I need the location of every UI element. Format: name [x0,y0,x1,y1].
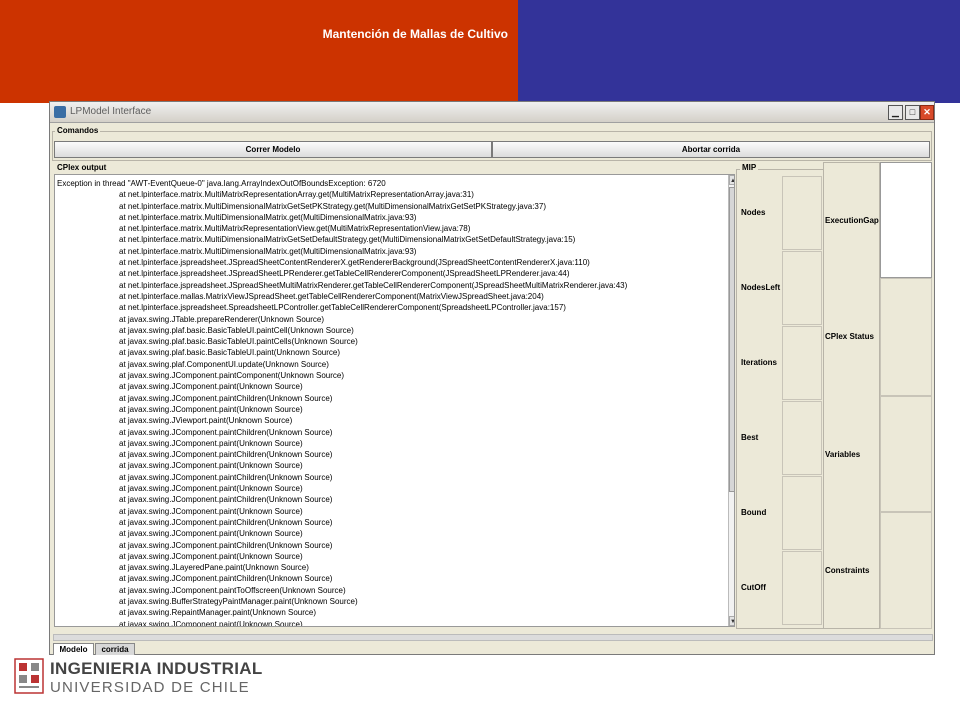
mip-value-cutoff [782,551,822,625]
cplex-output-textarea[interactable]: Exception in thread "AWT-EventQueue-0" j… [54,174,735,627]
log-line: at javax.swing.JTable.prepareRenderer(Un… [119,314,324,324]
log-line: at javax.swing.JComponent.paint(Unknown … [119,382,303,392]
scroll-down-icon[interactable]: ▼ [729,616,734,626]
mip-label: MIP [740,163,759,172]
window-title: LPModel Interface [70,106,152,117]
status-group [823,162,880,629]
close-button[interactable]: ✕ [920,105,934,120]
status-value-cplex-status [880,278,932,396]
log-line: at javax.swing.RepaintManager.paint(Unkn… [119,608,316,618]
mip-label-best: Best [741,433,759,442]
log-line: at net.lpinterface.matrix.MultiDimension… [119,212,417,222]
slide-title: Mantención de Mallas de Cultivo [322,27,508,41]
status-label-constraints: Constraints [825,566,870,575]
log-line: at javax.swing.JComponent.paint(Unknown … [119,619,303,627]
abort-run-button[interactable]: Abortar corrida [492,141,930,158]
log-line: at javax.swing.plaf.ComponentUI.update(U… [119,359,329,369]
log-line: at javax.swing.JViewport.paint(Unknown S… [119,416,293,426]
log-line: at net.lpinterface.mallas.MatrixViewJSpr… [119,291,544,301]
log-line: at javax.swing.plaf.basic.BasicTableUI.p… [119,348,340,358]
minimize-button[interactable]: ▁ [888,105,903,120]
log-line: at net.lpinterface.jspreadsheet.JSpreadS… [119,269,570,279]
output-log: Exception in thread "AWT-EventQueue-0" j… [57,178,717,627]
log-line: Exception in thread "AWT-EventQueue-0" j… [57,179,386,188]
log-line: at javax.swing.JComponent.paint(Unknown … [119,404,303,414]
university-seal-icon [14,658,44,694]
log-line: at javax.swing.JComponent.paint(Unknown … [119,484,303,494]
mip-value-nodes [782,176,822,250]
log-line: at net.lpinterface.jspreadsheet.Spreadsh… [119,303,566,313]
horizontal-scrollbar[interactable] [53,634,933,641]
log-line: at javax.swing.JComponent.paintChildren(… [119,393,333,403]
log-line: at javax.swing.JComponent.paintChildren(… [119,574,333,584]
mip-label-nodesleft: NodesLeft [741,283,781,292]
maximize-button[interactable]: □ [905,105,920,120]
log-line: at javax.swing.plaf.basic.BasicTableUI.p… [119,325,354,335]
commands-label: Comandos [55,126,101,135]
vertical-scrollbar[interactable]: ▲ ▼ [728,175,734,626]
logo-line-1: INGENIERIA INDUSTRIAL [50,659,263,678]
log-line: at net.lpinterface.matrix.MultiMatrixRep… [119,190,474,200]
status-value-constraints [880,512,932,629]
log-line: at net.lpinterface.matrix.MultiDimension… [119,235,576,245]
log-line: at javax.swing.plaf.basic.BasicTableUI.p… [119,337,358,347]
log-line: at javax.swing.JComponent.paint(Unknown … [119,438,303,448]
log-line: at javax.swing.JComponent.paint(Unknown … [119,461,303,471]
lpmodel-window: LPModel Interface ▁ □ ✕ Comandos Correr … [49,101,935,655]
logo-line-2: UNIVERSIDAD DE CHILE [50,679,250,696]
mip-label-iterations: Iterations [741,358,778,367]
mip-value-iterations [782,326,822,400]
log-line: at javax.swing.JComponent.paintToOffscre… [119,585,346,595]
status-value-variables [880,396,932,512]
execution-gap-box [880,162,932,278]
mip-label-bound: Bound [741,508,767,517]
log-line: at net.lpinterface.matrix.MultiDimension… [119,246,417,256]
log-line: at javax.swing.JComponent.paintChildren(… [119,495,333,505]
status-label-variables: Variables [825,450,861,459]
scroll-up-icon[interactable]: ▲ [729,175,734,185]
log-line: at javax.swing.JComponent.paint(Unknown … [119,551,303,561]
window-titlebar[interactable]: LPModel Interface ▁ □ ✕ [50,102,934,123]
header-band-red [0,0,518,103]
log-line: at javax.swing.JComponent.paintChildren(… [119,427,333,437]
java-icon [54,106,66,118]
mip-label-nodes: Nodes [741,208,766,217]
mip-value-nodesleft [782,251,822,325]
run-model-button[interactable]: Correr Modelo [54,141,492,158]
log-line: at net.lpinterface.jspreadsheet.JSpreadS… [119,258,590,268]
mip-label-cutoff: CutOff [741,583,766,592]
header-band-blue [518,0,960,103]
status-label-cplex-status: CPlex Status [825,332,874,341]
log-line: at javax.swing.JComponent.paint(Unknown … [119,529,303,539]
log-line: at javax.swing.JComponent.paintChildren(… [119,472,333,482]
mip-value-bound [782,476,822,550]
mip-value-best [782,401,822,475]
cplex-output-label: CPlex output [55,163,109,172]
log-line: at net.lpinterface.matrix.MultiMatrixRep… [119,224,471,234]
log-line: at javax.swing.JComponent.paintComponent… [119,371,345,381]
log-line: at javax.swing.JComponent.paintChildren(… [119,540,333,550]
status-label-executiongap: ExecutionGap [825,216,879,225]
tab-modelo[interactable]: Modelo [53,643,94,655]
tab-corrida[interactable]: corrida [95,643,135,655]
log-line: at javax.swing.JComponent.paint(Unknown … [119,506,303,516]
log-line: at javax.swing.BufferStrategyPaintManage… [119,596,358,606]
scroll-thumb[interactable] [729,187,734,492]
log-line: at javax.swing.JLayeredPane.paint(Unknow… [119,563,309,573]
log-line: at javax.swing.JComponent.paintChildren(… [119,450,333,460]
log-line: at net.lpinterface.jspreadsheet.JSpreadS… [119,280,628,290]
log-line: at net.lpinterface.matrix.MultiDimension… [119,201,546,211]
log-line: at javax.swing.JComponent.paintChildren(… [119,517,333,527]
